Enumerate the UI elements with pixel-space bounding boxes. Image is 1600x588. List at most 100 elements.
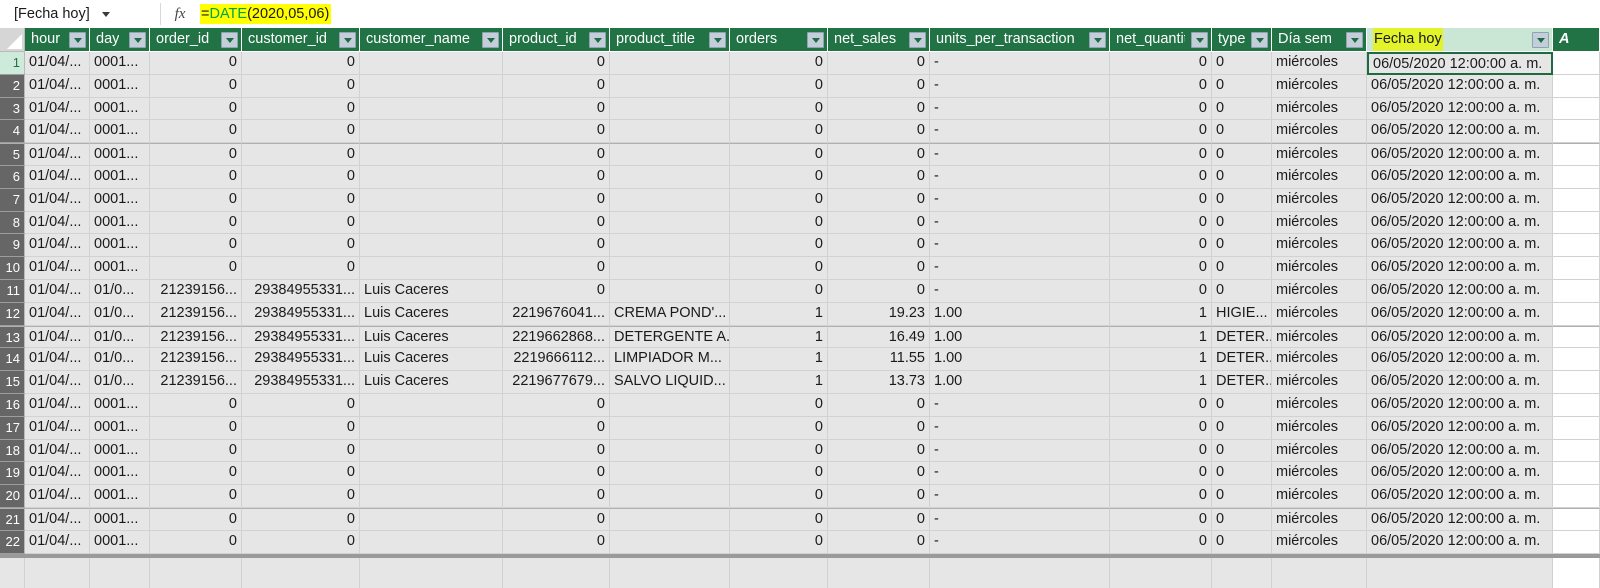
cell-orders-r1[interactable]: 0: [730, 52, 828, 75]
cell-hour-r14[interactable]: 01/04/...: [25, 348, 90, 372]
cell-order-id-r3[interactable]: 0: [150, 97, 242, 121]
cell-product-id-r5[interactable]: 0: [503, 143, 610, 166]
table-row[interactable]: 2 01/04/... 0001... 0 0 0 0 0-0 0 miércoles 06/05/…: [0, 74, 1600, 98]
cell-d-a-sem-r8[interactable]: miércoles: [1272, 211, 1367, 235]
column-header-units-per-transaction[interactable]: units_per_transaction: [930, 28, 1110, 52]
cell-product-title-r11[interactable]: [610, 279, 730, 303]
cell-orders-r21[interactable]: 0: [730, 507, 828, 531]
cell-order-id-r15[interactable]: 21239156...: [150, 371, 242, 394]
cell-type-r3[interactable]: 0: [1212, 97, 1272, 121]
cell-net-quantity-r20[interactable]: 0: [1110, 485, 1212, 508]
cell-hour-r16[interactable]: 01/04/...: [25, 393, 90, 417]
row-header-14[interactable]: 14: [0, 348, 25, 372]
cell-orders-r9[interactable]: 0: [730, 234, 828, 258]
cell-fecha-hoy-r3[interactable]: 06/05/2020 12:00:00 a. m.: [1367, 97, 1553, 121]
cell-product-title-r15[interactable]: SALVO LIQUID...: [610, 371, 730, 394]
cell-net-sales-r11[interactable]: 0: [828, 279, 930, 303]
cell-day-r7[interactable]: 0001...: [90, 188, 150, 212]
cell-customer-id-r13[interactable]: 29384955331...: [242, 325, 360, 349]
cell-fecha-hoy-r8[interactable]: 06/05/2020 12:00:00 a. m.: [1367, 211, 1553, 235]
cell-day-r4[interactable]: 0001...: [90, 120, 150, 144]
cell-net-quantity-r18[interactable]: 0: [1110, 439, 1212, 463]
cell-d-a-sem-r19[interactable]: miércoles: [1272, 462, 1367, 486]
cell-product-title-r6[interactable]: [610, 165, 730, 189]
cell-type-r16[interactable]: 0: [1212, 393, 1272, 417]
cell-product-title-r7[interactable]: [610, 188, 730, 212]
cell-type-r2[interactable]: 0: [1212, 74, 1272, 98]
cell-product-id-r19[interactable]: 0: [503, 462, 610, 486]
table-row[interactable]: 6 01/04/... 0001... 0 0 0 0 0-0 0 miércoles 06/05/…: [0, 165, 1600, 189]
cell-units-per-transaction-r22[interactable]: -: [930, 530, 1110, 554]
cell-orders-r5[interactable]: 0: [730, 143, 828, 166]
cell-day-r20[interactable]: 0001...: [90, 485, 150, 508]
cell-a-r17[interactable]: [1553, 416, 1600, 440]
filter-dropdown-icon[interactable]: [709, 32, 726, 48]
table-row[interactable]: 9 01/04/... 0001... 0 0 0 0 0-0 0 miércoles 06/05/…: [0, 234, 1600, 258]
cell-fecha-hoy-r2[interactable]: 06/05/2020 12:00:00 a. m.: [1367, 74, 1553, 98]
cell-fecha-hoy-r22[interactable]: 06/05/2020 12:00:00 a. m.: [1367, 530, 1553, 554]
table-row[interactable]: 21 01/04/... 0001... 0 0 0 0 0-0 0 miércoles 06/05…: [0, 507, 1600, 531]
cell-net-sales-r5[interactable]: 0: [828, 143, 930, 166]
cell-hour-r9[interactable]: 01/04/...: [25, 234, 90, 258]
cell-order-id-r13[interactable]: 21239156...: [150, 325, 242, 349]
filter-dropdown-icon[interactable]: [589, 32, 606, 48]
empty-cell-below-a[interactable]: [1553, 558, 1600, 588]
cell-customer-id-r6[interactable]: 0: [242, 165, 360, 189]
filter-dropdown-icon[interactable]: [482, 32, 499, 48]
cell-product-id-r3[interactable]: 0: [503, 97, 610, 121]
cell-customer-name-r6[interactable]: [360, 165, 503, 189]
cell-a-r10[interactable]: [1553, 257, 1600, 280]
cell-type-r7[interactable]: 0: [1212, 188, 1272, 212]
cell-type-r22[interactable]: 0: [1212, 530, 1272, 554]
row-header-20[interactable]: 20: [0, 485, 25, 508]
cell-product-title-r13[interactable]: DETERGENTE A...: [610, 325, 730, 349]
column-header-hour[interactable]: hour: [25, 28, 90, 52]
cell-order-id-r16[interactable]: 0: [150, 393, 242, 417]
cell-order-id-r11[interactable]: 21239156...: [150, 279, 242, 303]
table-row[interactable]: 7 01/04/... 0001... 0 0 0 0 0-0 0 miércoles 06/05/…: [0, 188, 1600, 212]
cell-order-id-r4[interactable]: 0: [150, 120, 242, 144]
cell-net-quantity-r21[interactable]: 0: [1110, 507, 1212, 531]
chevron-down-icon[interactable]: [101, 11, 110, 17]
cell-product-title-r18[interactable]: [610, 439, 730, 463]
cell-net-quantity-r8[interactable]: 0: [1110, 211, 1212, 235]
column-header-fecha-hoy[interactable]: Fecha hoy: [1367, 28, 1553, 52]
cell-a-r4[interactable]: [1553, 120, 1600, 144]
row-header-2[interactable]: 2: [0, 74, 25, 98]
cell-customer-id-r3[interactable]: 0: [242, 97, 360, 121]
cell-product-title-r19[interactable]: [610, 462, 730, 486]
cell-order-id-r22[interactable]: 0: [150, 530, 242, 554]
cell-order-id-r10[interactable]: 0: [150, 257, 242, 280]
empty-cell-below-type[interactable]: [1212, 558, 1272, 588]
filter-dropdown-icon[interactable]: [221, 32, 238, 48]
cell-product-id-r12[interactable]: 2219676041...: [503, 302, 610, 326]
cell-day-r11[interactable]: 01/0...: [90, 279, 150, 303]
cell-day-r5[interactable]: 0001...: [90, 143, 150, 166]
column-header-product-id[interactable]: product_id: [503, 28, 610, 52]
cell-fecha-hoy-r19[interactable]: 06/05/2020 12:00:00 a. m.: [1367, 462, 1553, 486]
cell-a-r18[interactable]: [1553, 439, 1600, 463]
cell-net-quantity-r1[interactable]: 0: [1110, 52, 1212, 75]
cell-customer-name-r2[interactable]: [360, 74, 503, 98]
cell-hour-r20[interactable]: 01/04/...: [25, 485, 90, 508]
cell-order-id-r2[interactable]: 0: [150, 74, 242, 98]
cell-d-a-sem-r16[interactable]: miércoles: [1272, 393, 1367, 417]
cell-order-id-r21[interactable]: 0: [150, 507, 242, 531]
row-header-11[interactable]: 11: [0, 279, 25, 303]
empty-cell-below-product-id[interactable]: [503, 558, 610, 588]
column-header-product-title[interactable]: product_title: [610, 28, 730, 52]
cell-orders-r4[interactable]: 0: [730, 120, 828, 144]
cell-net-quantity-r9[interactable]: 0: [1110, 234, 1212, 258]
cell-hour-r6[interactable]: 01/04/...: [25, 165, 90, 189]
cell-fecha-hoy-r6[interactable]: 06/05/2020 12:00:00 a. m.: [1367, 165, 1553, 189]
cell-order-id-r18[interactable]: 0: [150, 439, 242, 463]
table-row[interactable]: 8 01/04/... 0001... 0 0 0 0 0-0 0 miércoles 06/05/…: [0, 211, 1600, 235]
cell-hour-r18[interactable]: 01/04/...: [25, 439, 90, 463]
cell-units-per-transaction-r18[interactable]: -: [930, 439, 1110, 463]
cell-units-per-transaction-r4[interactable]: -: [930, 120, 1110, 144]
cell-net-quantity-r16[interactable]: 0: [1110, 393, 1212, 417]
cell-net-sales-r8[interactable]: 0: [828, 211, 930, 235]
cell-customer-name-r9[interactable]: [360, 234, 503, 258]
cell-net-sales-r4[interactable]: 0: [828, 120, 930, 144]
cell-product-title-r17[interactable]: [610, 416, 730, 440]
